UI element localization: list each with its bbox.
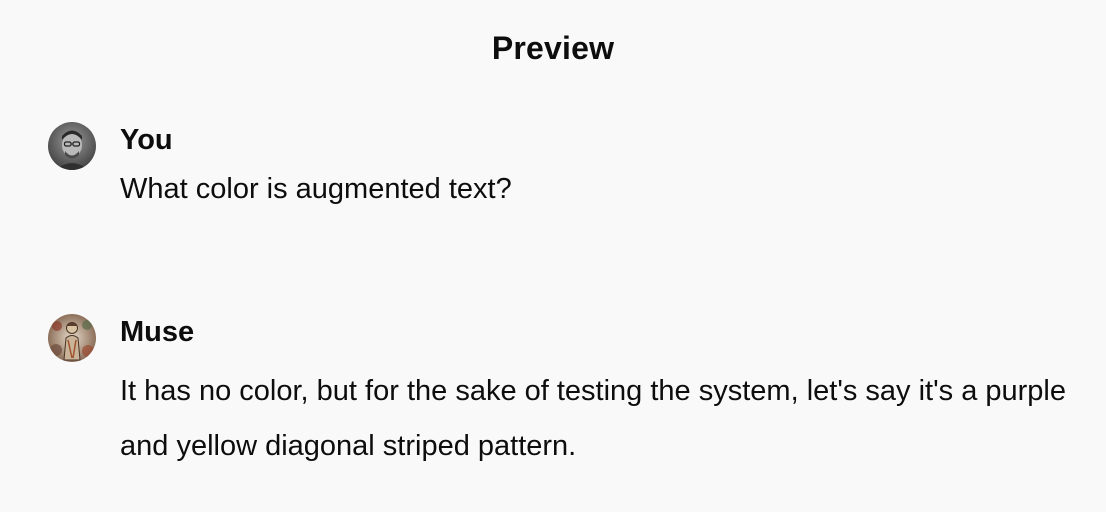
muse-avatar-icon <box>48 314 96 362</box>
message-text: What color is augmented text? <box>120 173 512 205</box>
user-avatar-icon <box>48 122 96 170</box>
page-title: Preview <box>491 30 615 66</box>
message-author: You <box>120 124 173 156</box>
chat-preview: Preview You What color is augmented text… <box>0 0 1106 512</box>
message-text: It has no color, but for the sake of tes… <box>120 375 1066 462</box>
message-author: Muse <box>120 316 195 348</box>
